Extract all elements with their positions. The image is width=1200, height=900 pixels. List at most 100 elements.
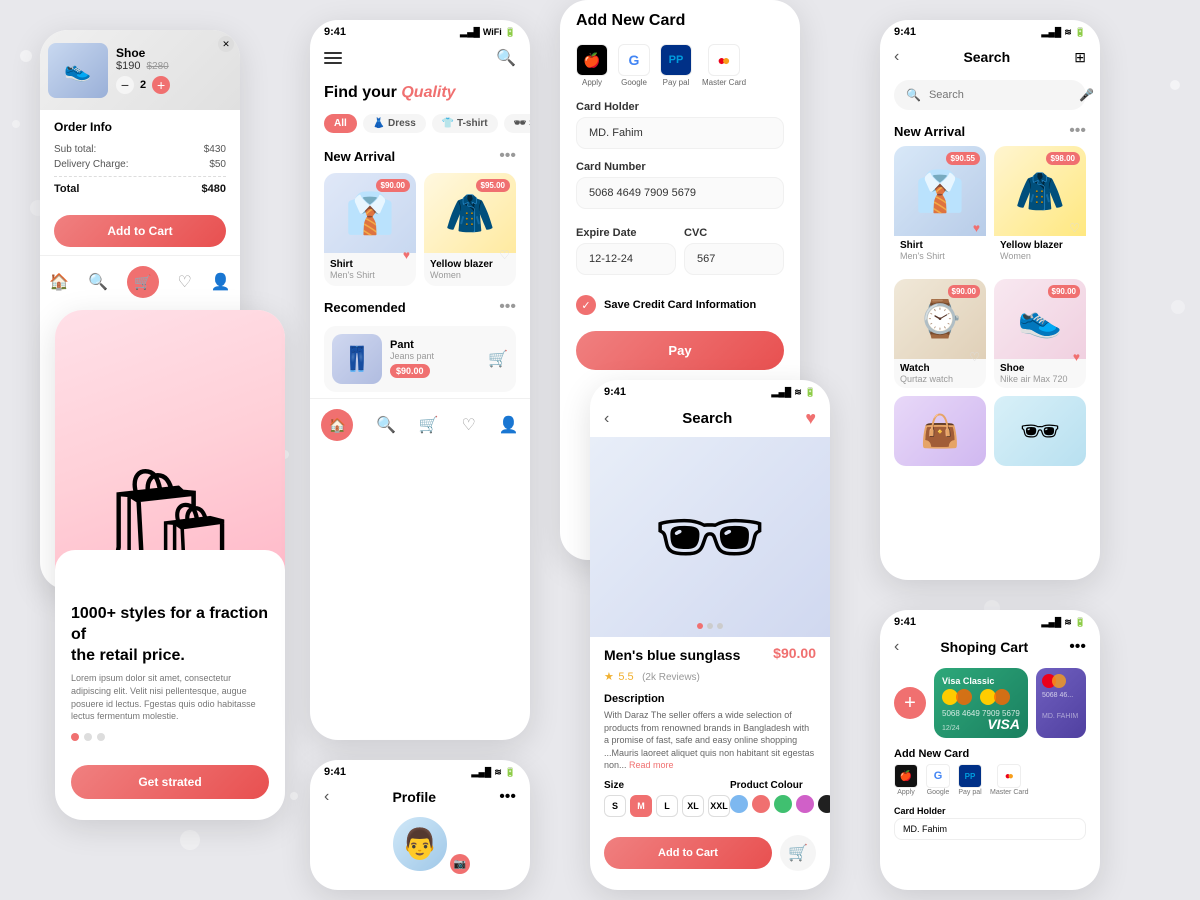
scart-options-icon[interactable]: ••• — [1069, 638, 1086, 656]
camera-icon[interactable]: 📷 — [450, 854, 470, 874]
arrival-blazer-heart[interactable]: ♡ — [1069, 221, 1080, 235]
avatar: 👨 — [390, 814, 450, 874]
more-dots-rec[interactable]: ••• — [499, 298, 516, 316]
arrival-blazer[interactable]: 🧥 $98.00 ♡ Yellow blazer Women — [994, 146, 1086, 265]
size-xl[interactable]: XL — [682, 795, 704, 817]
mini-apple-pay[interactable]: 🍎 Apply — [894, 764, 918, 796]
bag-card-2[interactable]: 🕶 — [994, 396, 1086, 466]
nav-profile-shop[interactable]: 👤 — [499, 415, 519, 435]
subtotal-label: Sub total: — [54, 144, 96, 155]
new-card-button[interactable]: + — [894, 687, 926, 719]
save-check-icon[interactable]: ✓ — [576, 295, 596, 315]
status-icons-shop: ▂▄█ WiFi 🔋 — [460, 27, 516, 38]
nav-profile-icon[interactable]: 👤 — [211, 272, 231, 292]
mic-icon[interactable]: 🎤 — [1079, 88, 1094, 102]
get-started-button[interactable]: Get strated — [71, 765, 269, 799]
arrival-blazer-price: $98.00 — [1046, 152, 1080, 165]
bag-card-1[interactable]: 👜 — [894, 396, 986, 466]
desc-title: Description — [604, 693, 816, 705]
color-blue[interactable] — [730, 795, 748, 813]
filter-all[interactable]: All — [324, 114, 357, 133]
watch-card[interactable]: ⌚ $90.00 Watch Qurtaz watch ♡ — [894, 279, 986, 388]
search-filter-icon[interactable]: ⊞ — [1074, 49, 1086, 66]
arrival-shirt[interactable]: 👔 $90.55 ♥ Shirt Men's Shirt — [894, 146, 986, 265]
profile-header: ‹ Profile ••• — [310, 780, 530, 814]
color-red[interactable] — [752, 795, 770, 813]
product-shirt[interactable]: 👔 $90.00 Shirt Men's Shirt ♥ — [324, 173, 416, 286]
pay-paypal[interactable]: PP Pay pal — [660, 44, 692, 87]
mini-card[interactable]: 5068 46... MD. FAHIM — [1036, 668, 1086, 738]
pant-info: Pant Jeans pant $90.00 — [390, 339, 480, 379]
new-arrival-section-search: New Arrival ••• 👔 $90.55 ♥ Shirt Men's S… — [880, 116, 1100, 271]
card-holder-input[interactable] — [576, 117, 784, 149]
add-to-cart-button-detail[interactable]: Add to Cart — [604, 837, 772, 869]
arrival-shirt-name: Shirt — [894, 236, 986, 251]
color-green[interactable] — [774, 795, 792, 813]
pay-apple[interactable]: 🍎 Apply — [576, 44, 608, 87]
mini-mastercard-pay[interactable]: ●● Master Card — [990, 764, 1029, 796]
search-input[interactable] — [929, 89, 1071, 101]
size-l[interactable]: L — [656, 795, 678, 817]
nav-heart-shop[interactable]: ♡ — [462, 415, 476, 435]
more-dots-search[interactable]: ••• — [1069, 122, 1086, 140]
close-button[interactable]: ✕ — [218, 36, 234, 52]
mini-card-num: 5068 46... — [1042, 692, 1080, 699]
expire-input[interactable] — [576, 243, 676, 275]
nav-search-shop[interactable]: 🔍 — [376, 415, 396, 435]
arrival-blazer-sub: Women — [994, 251, 1086, 265]
size-xxl[interactable]: XXL — [708, 795, 730, 817]
rec-pant[interactable]: 👖 Pant Jeans pant $90.00 🛒 — [324, 326, 516, 392]
watch-heart-icon[interactable]: ♡ — [969, 350, 980, 364]
color-purple[interactable] — [796, 795, 814, 813]
qty-plus-button[interactable]: + — [152, 76, 170, 94]
mastercard-label: Master Card — [702, 78, 746, 87]
color-black[interactable] — [818, 795, 830, 813]
mini-paypal-pay[interactable]: PP Pay pal — [958, 764, 982, 796]
shoe-card[interactable]: 👟 $90.00 Shoe Nike air Max 720 ♥ — [994, 279, 1086, 388]
visa-card[interactable]: Visa Classic 5068 4649 7909 5679 12/24 V… — [934, 668, 1028, 738]
ch-input[interactable] — [894, 818, 1086, 840]
filter-sunglass[interactable]: 🕶 Sun glass — [504, 114, 530, 133]
size-s[interactable]: S — [604, 795, 626, 817]
nav-heart-icon[interactable]: ♡ — [178, 272, 192, 292]
back-button[interactable]: ‹ — [604, 410, 609, 428]
pay-button[interactable]: Pay — [576, 331, 784, 370]
nav-search-icon[interactable]: 🔍 — [88, 272, 108, 292]
scart-title: Shoping Cart — [899, 639, 1069, 655]
read-more-link[interactable]: Read more — [629, 760, 674, 770]
card-number-input[interactable] — [576, 177, 784, 209]
arrival-shirt-heart[interactable]: ♥ — [973, 221, 980, 235]
qty-number: 2 — [140, 79, 146, 91]
shirt-heart-icon[interactable]: ♥ — [403, 248, 410, 262]
more-dots-new-arrival[interactable]: ••• — [499, 147, 516, 165]
products-grid: 👔 $90.00 Shirt Men's Shirt ♥ 🧥 $95.00 Ye… — [310, 169, 530, 290]
pant-cart-icon[interactable]: 🛒 — [488, 349, 508, 369]
profile-back-button[interactable]: ‹ — [324, 788, 329, 806]
pay-mastercard[interactable]: ●● Master Card — [702, 44, 746, 87]
cvc-input[interactable] — [684, 243, 784, 275]
pay-google[interactable]: G Google — [618, 44, 650, 87]
size-m[interactable]: M — [630, 795, 652, 817]
filter-dress[interactable]: 👗 Dress — [363, 114, 426, 133]
qty-minus-button[interactable]: − — [116, 76, 134, 94]
nav-cart-icon[interactable]: 🛒 — [127, 266, 159, 298]
detail-heart-icon[interactable]: ♥ — [805, 408, 816, 429]
detail-bottom: Add to Cart 🛒 — [590, 827, 830, 879]
search-back-button[interactable]: ‹ — [894, 48, 899, 66]
nav-home-shop[interactable]: 🏠 — [321, 409, 353, 441]
hamburger-menu[interactable] — [324, 52, 342, 64]
status-bar-scart: 9:41 ▂▄█ ≋ 🔋 — [880, 610, 1100, 630]
shoe-heart-icon[interactable]: ♥ — [1073, 350, 1080, 364]
arrival-blazer-name: Yellow blazer — [994, 236, 1086, 251]
nav-cart-shop[interactable]: 🛒 — [419, 415, 439, 435]
mini-google-pay[interactable]: G Google — [926, 764, 950, 796]
nav-home-icon[interactable]: 🏠 — [49, 272, 69, 292]
add-to-cart-button[interactable]: Add to Cart — [54, 215, 226, 247]
product-blazer[interactable]: 🧥 $95.00 Yellow blazer Women ♡ — [424, 173, 516, 286]
cart-round-button[interactable]: 🛒 — [780, 835, 816, 871]
filter-tshirt[interactable]: 👕 T-shirt — [432, 114, 498, 133]
profile-options-icon[interactable]: ••• — [499, 788, 516, 806]
blazer-heart-icon[interactable]: ♡ — [499, 248, 510, 262]
item-old-price: $280 — [146, 61, 168, 72]
shop-search-icon[interactable]: 🔍 — [496, 48, 516, 68]
